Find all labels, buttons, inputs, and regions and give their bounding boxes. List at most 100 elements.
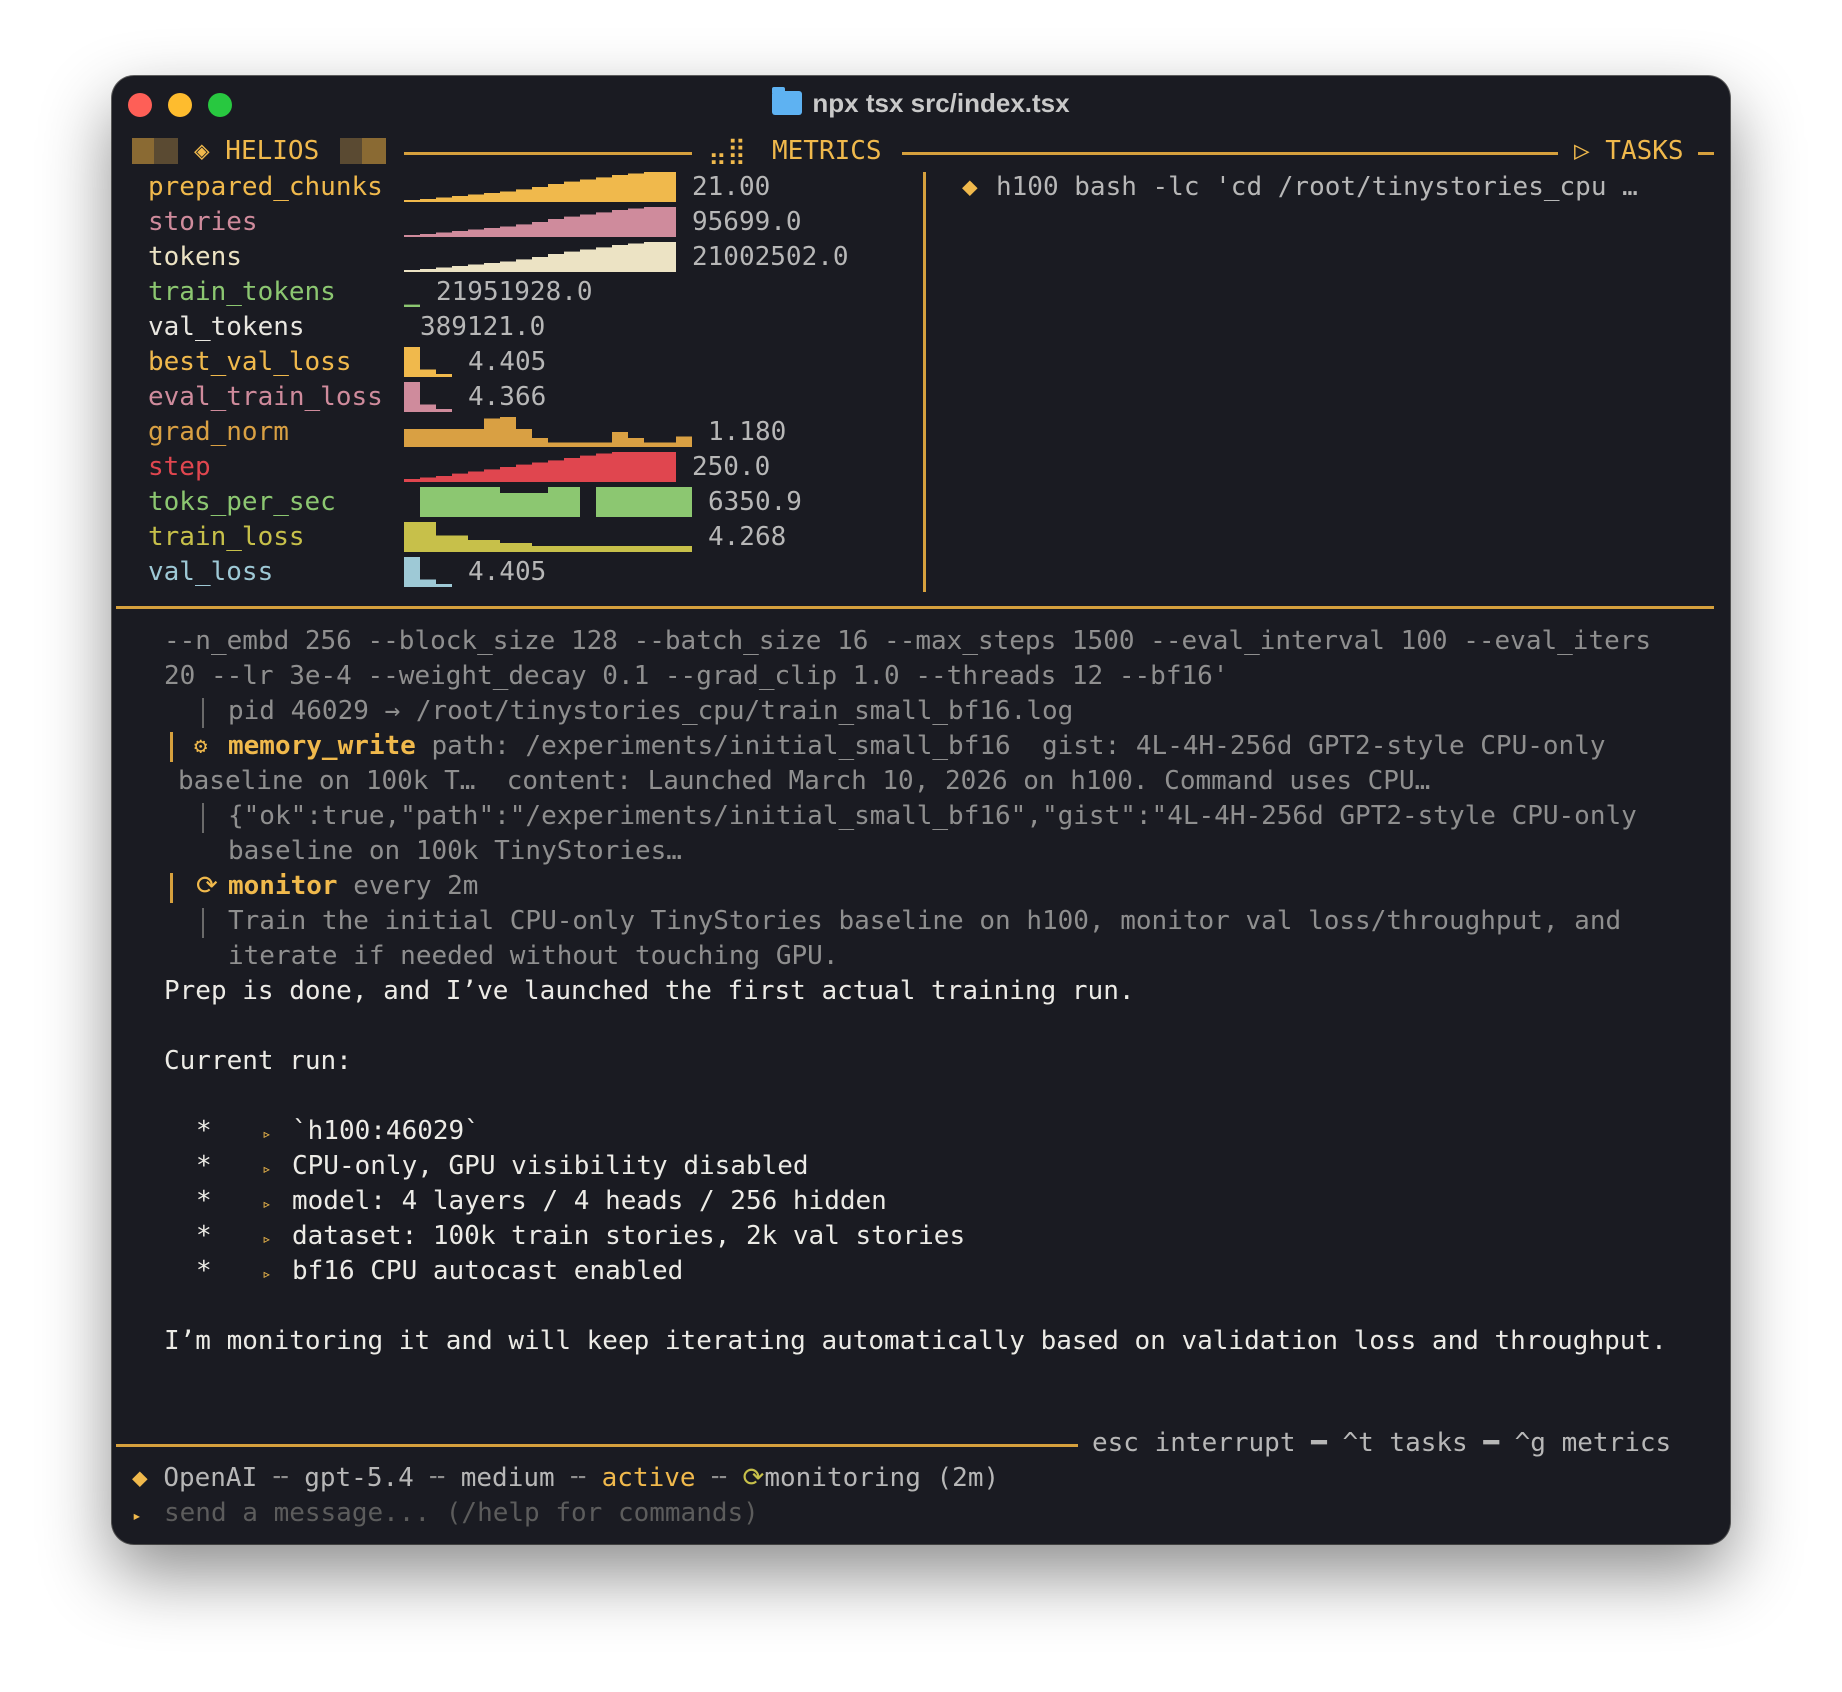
sparkline-bar (548, 219, 564, 237)
sparkline-bar (548, 254, 564, 272)
sparkline-bar (484, 228, 500, 237)
sparkline-bar (660, 487, 676, 517)
list-item: dataset: 100k train stories, 2k val stor… (292, 1221, 966, 1251)
metric-sparkline (404, 172, 676, 202)
logo-block-left-2 (154, 138, 178, 164)
task-item[interactable]: h100 bash -lc 'cd /root/tinystories_cpu … (996, 170, 1638, 205)
sparkline-bar (500, 226, 516, 237)
sparkline-bar (452, 266, 468, 272)
metric-name: val_loss (148, 557, 274, 587)
sparkline-bar (564, 546, 580, 552)
sparkline-bar (564, 251, 580, 272)
tasks-heading: ▷ TASKS (1574, 136, 1684, 166)
sparkline-bar (548, 487, 564, 517)
sparkline-bar (564, 216, 580, 237)
assistant-closing: I’m monitoring it and will keep iteratin… (164, 1326, 1667, 1356)
sparkline-bar (468, 429, 484, 447)
footer-rule (116, 1444, 1078, 1447)
message-input[interactable]: send a message... (/help for commands) (164, 1496, 759, 1531)
sparkline-bar (420, 579, 436, 587)
monitor-tool-name: monitor (228, 871, 338, 901)
sparkline-bar (612, 245, 628, 272)
sparkline-bar (660, 452, 676, 482)
metric-sparkline (404, 207, 676, 237)
pid-line: pid 46029 → /root/tinystories_cpu/train_… (228, 696, 1074, 726)
sparkline-bar (420, 234, 436, 237)
metric-value: 4.405 (468, 347, 547, 377)
bullet-star-icon: * (196, 1221, 212, 1251)
sparkline-bar (404, 557, 420, 587)
prompt-caret-icon: ▸ (132, 1506, 142, 1525)
sparkline-bar (404, 347, 420, 377)
bullet-arrow-icon: ▹ (262, 1229, 272, 1248)
memory-args-1: path: /experiments/initial_small_bf16 gi… (415, 731, 1606, 761)
sparkline-bar (404, 270, 420, 272)
sparkline-bar (596, 442, 612, 447)
metric-value: 4.268 (708, 522, 787, 552)
sparkline-bar (452, 231, 468, 237)
sparkline-bar (404, 200, 420, 202)
metric-sparkline (404, 557, 452, 587)
header-rule-mid (902, 152, 1558, 155)
sparkline-bar (532, 187, 548, 202)
sparkline-bar (420, 429, 436, 447)
header-rule-left (404, 152, 692, 155)
sparkline-bar (404, 304, 420, 307)
title-bar: npx tsx src/index.tsx (112, 76, 1730, 132)
sparkline-bar (532, 257, 548, 272)
sparkline-bar (516, 429, 532, 447)
sparkline-bar (612, 175, 628, 202)
sparkline-bar (596, 177, 612, 202)
sparkline-bar (516, 464, 532, 482)
memory-result-1: {"ok":true,"path":"/experiments/initial_… (228, 801, 1637, 831)
metric-value: 6350.9 (708, 487, 802, 517)
tool-bar-memory (170, 732, 173, 762)
sparkline-bar (612, 452, 628, 482)
sparkline-bar (548, 460, 564, 482)
sparkline-bar (660, 242, 676, 272)
sparkline-bar (484, 193, 500, 202)
sparkline-bar (404, 235, 420, 237)
sparkline-bar (500, 467, 516, 482)
metric-sparkline (404, 417, 692, 447)
sparkline-bar (612, 210, 628, 237)
sparkline-bar (468, 229, 484, 237)
bullet-star-icon: * (196, 1116, 212, 1146)
sparkline-bar (548, 184, 564, 202)
sparkline-bar (612, 546, 628, 552)
sparkline-bar (404, 479, 420, 482)
sparkline-bar (420, 487, 436, 517)
bullet-star-icon: * (196, 1186, 212, 1216)
sparkline-bar (596, 247, 612, 272)
sparkline-bar (420, 522, 436, 552)
sparkline-bar (628, 546, 644, 552)
sparkline-bar (500, 417, 516, 447)
sparkline-bar (436, 535, 452, 552)
metric-sparkline (420, 487, 692, 517)
metric-sparkline (404, 312, 405, 342)
tree-bar (202, 908, 204, 938)
metric-value: 389121.0 (420, 312, 546, 342)
metric-sparkline (404, 522, 692, 552)
sparkline-bar (484, 418, 500, 447)
sparkline-bar (484, 263, 500, 272)
assistant-summary: Prep is done, and I’ve launched the firs… (164, 976, 1135, 1006)
sparkline-bar (420, 404, 436, 412)
sparkline-bar (452, 196, 468, 202)
logo-block-left (132, 138, 154, 164)
monitor-desc-1: Train the initial CPU-only TinyStories b… (228, 906, 1622, 936)
sparkline-bar (548, 442, 564, 447)
current-run-heading: Current run: (164, 1046, 352, 1076)
sparkline-bar (452, 429, 468, 447)
sparkline-bar (580, 249, 596, 272)
command-line-1: --n_embd 256 --block_size 128 --batch_si… (164, 626, 1652, 656)
list-item: model: 4 layers / 4 heads / 256 hidden (292, 1186, 887, 1216)
bullet-arrow-icon: ▹ (262, 1124, 272, 1143)
metric-value: 1.180 (708, 417, 787, 447)
bullet-arrow-icon: ▹ (262, 1264, 272, 1283)
metric-value: 4.366 (468, 382, 547, 412)
sparkline-bar (468, 264, 484, 272)
app-title: ◈ HELIOS (194, 136, 320, 166)
monitor-refresh-icon: ⟳ (742, 1463, 765, 1493)
header-rule-right (1698, 152, 1714, 155)
